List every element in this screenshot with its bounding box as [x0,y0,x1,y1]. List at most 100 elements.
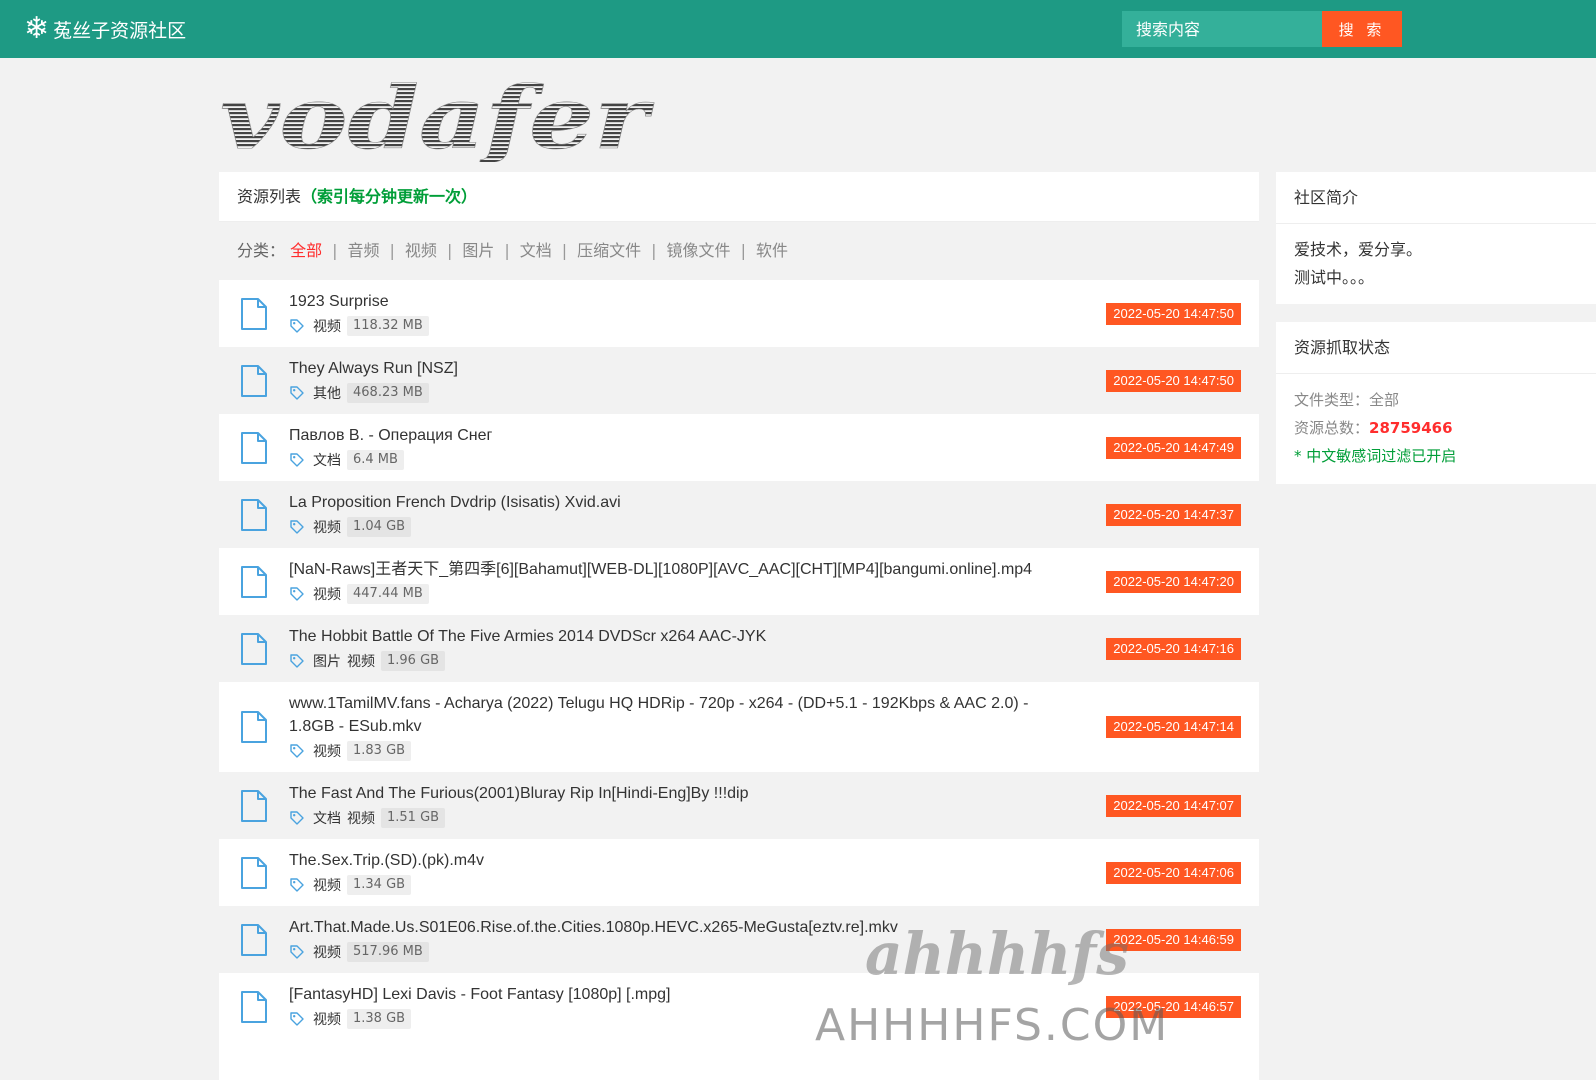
watermark-domain: AHHHHFS.COM [815,1000,1170,1051]
resource-meta: 其他 468.23 MB [289,382,1049,404]
resource-title-link[interactable]: The.Sex.Trip.(SD).(pk).m4v [289,849,1049,872]
file-size-badge: 1.34 GB [347,875,412,895]
update-note: （索引每分钟更新一次） [301,187,478,206]
resource-title-link[interactable]: www.1TamilMV.fans - Acharya (2022) Telug… [289,692,1049,738]
about-body: 爱技术，爱分享。 测试中。。。 [1276,224,1596,304]
about-line: 爱技术，爱分享。 [1294,240,1423,259]
category-tag: 文档 [313,811,341,827]
resource-row: La Proposition French Dvdrip (Isisatis) … [219,481,1259,548]
file-size-badge: 468.23 MB [347,383,429,403]
search-input[interactable] [1122,11,1322,47]
file-icon [239,364,269,398]
category-tag: 视频 [313,945,341,961]
resource-title-link[interactable]: Павлов В. - Операция Снег [289,424,1049,447]
category-separator: | [332,241,338,260]
site-brand[interactable]: ❄ 菟丝子资源社区 [24,12,186,46]
category-tag: 视频 [313,1012,341,1028]
list-title: 资源列表 [237,187,302,206]
file-size-badge: 1.51 GB [381,808,446,828]
category-tag: 视频 [313,319,341,335]
resource-meta: 文档 6.4 MB [289,449,1049,471]
resource-info: La Proposition French Dvdrip (Isisatis) … [289,481,1049,548]
timestamp-badge: 2022-05-20 14:47:14 [1106,716,1241,738]
resource-title-link[interactable]: The Hobbit Battle Of The Five Armies 201… [289,625,1049,648]
category-link[interactable]: 图片 [462,241,494,260]
site-name: 菟丝子资源社区 [53,19,187,42]
resource-meta: 视频 1.04 GB [289,516,1049,538]
resource-title-link[interactable]: They Always Run [NSZ] [289,357,1049,380]
category-tag: 文档 [313,453,341,469]
resource-title-link[interactable]: La Proposition French Dvdrip (Isisatis) … [289,491,1049,514]
file-size-badge: 1.04 GB [347,517,412,537]
category-separator: | [446,241,453,260]
file-icon [239,632,269,666]
tag-icon [289,743,305,759]
timestamp-badge: 2022-05-20 14:47:16 [1106,637,1241,660]
timestamp-badge: 2022-05-20 14:47:49 [1106,436,1241,459]
about-line: 测试中。。。 [1294,268,1375,287]
snowflake-icon: ❄ [24,11,50,46]
resource-meta: 视频 1.83 GB [289,740,1049,762]
category-separator: | [561,241,568,260]
category-tag: 视频 [313,878,341,894]
resource-row: They Always Run [NSZ] 其他 468.23 MB 2022-05-… [219,347,1259,414]
tag-icon [289,452,305,468]
file-size-badge: 517.96 MB [347,942,429,962]
file-type-label: 文件类型： [1294,391,1370,409]
category-tag: 视频 [313,744,341,760]
resource-row: www.1TamilMV.fans - Acharya (2022) Telug… [219,682,1259,772]
resource-title-link[interactable]: 1923 Surprise [289,290,1049,313]
timestamp-badge: 2022-05-20 14:47:07 [1106,794,1241,817]
search-button[interactable]: 搜 索 [1322,11,1402,47]
file-icon [239,498,269,532]
logo-text: vodafer [220,72,655,162]
category-tag: 图片 [313,654,341,670]
tag-icon [289,519,305,535]
category-link[interactable]: 视频 [405,241,437,260]
category-link[interactable]: 镜像文件 [667,241,731,260]
file-size-badge: 1.96 GB [381,651,446,671]
resource-info: The Fast And The Furious(2001)Bluray Rip… [289,772,1049,839]
category-filter: 分类： 全部 | 音频 | 视频 | 图片 | 文档 | 压缩文件 | 镜像文件 | 软件 [219,222,1259,280]
resource-row: The Fast And The Furious(2001)Bluray Rip… [219,772,1259,839]
tag-icon [289,653,305,669]
resource-row: Павлов В. - Операция Снег 文档 6.4 MB 2022-05… [219,414,1259,481]
file-type-value: 全部 [1369,391,1400,409]
category-tag: 视频 [313,520,341,536]
category-separator: | [740,241,746,260]
resource-row: 1923 Surprise 视频 118.32 MB 2022-05-20 14:47… [219,280,1259,347]
file-icon [239,789,269,823]
category-link[interactable]: 软件 [756,241,788,260]
file-icon [239,710,269,744]
tag-icon [289,877,305,893]
about-title: 社区简介 [1276,172,1596,224]
category-label: 分类： [237,241,286,260]
resource-meta: 文档 视频 1.51 GB [289,807,1049,829]
file-icon [239,856,269,890]
category-link[interactable]: 全部 [290,241,322,260]
watermark-script: ahhhhfs [865,920,1129,988]
resource-row: [NaN-Raws]王者天下_第四季[6][Bahamut][WEB-DL][1… [219,548,1259,615]
category-tag: 视频 [313,587,341,603]
resource-title-link[interactable]: [NaN-Raws]王者天下_第四季[6][Bahamut][WEB-DL][1… [289,558,1049,581]
list-header: 资源列表（索引每分钟更新一次） [219,172,1259,222]
resource-info: www.1TamilMV.fans - Acharya (2022) Telug… [289,682,1049,772]
resource-meta: 视频 447.44 MB [289,583,1049,605]
category-tag: 视频 [347,811,375,827]
resource-info: The.Sex.Trip.(SD).(pk).m4v 视频 1.34 GB [289,839,1049,906]
file-icon [239,990,269,1024]
tag-icon [289,1011,305,1027]
resource-info: 1923 Surprise 视频 118.32 MB [289,280,1049,347]
resource-title-link[interactable]: The Fast And The Furious(2001)Bluray Rip… [289,782,1049,805]
category-link[interactable]: 压缩文件 [577,241,641,260]
category-link[interactable]: 文档 [520,241,552,260]
category-separator: | [504,241,510,260]
tag-icon [289,318,305,334]
tag-icon [289,944,305,960]
timestamp-badge: 2022-05-20 14:47:06 [1106,861,1241,884]
category-link[interactable]: 音频 [348,241,380,260]
file-type-row: 文件类型：全部 [1294,386,1578,414]
total-row: 资源总数：28759466 [1294,414,1578,442]
filter-note: * 中文敏感词过滤已开启 [1294,447,1457,465]
file-icon [239,431,269,465]
